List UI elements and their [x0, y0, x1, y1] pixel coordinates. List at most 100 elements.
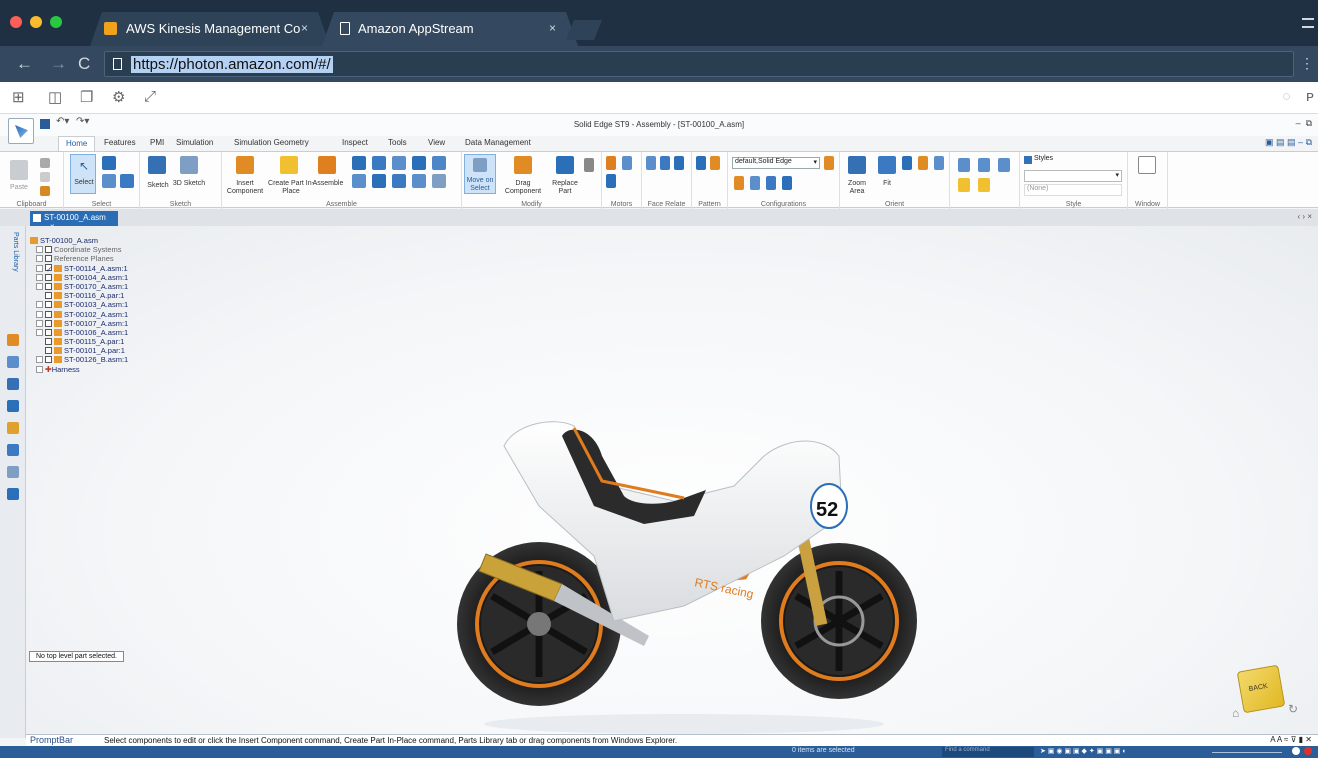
config-small-icon-4[interactable] [782, 176, 792, 190]
create-part-icon[interactable] [280, 156, 298, 174]
modify-small-icon[interactable] [584, 158, 594, 172]
tab-view[interactable]: View [428, 138, 445, 147]
cam-icon[interactable] [412, 174, 426, 188]
drag-component-button[interactable]: Drag Component [498, 180, 548, 196]
window-icon[interactable] [1138, 156, 1156, 174]
zoom-icon[interactable] [902, 156, 912, 170]
view-top-icon[interactable] [998, 158, 1010, 172]
windows-icon[interactable]: ◫ [48, 88, 62, 106]
document-tab[interactable]: ST-00100_A.asm × [30, 211, 118, 231]
motorcycle-model[interactable]: 52 RTS racing [444, 406, 924, 736]
view-iso-icon[interactable] [958, 158, 970, 172]
create-part-button[interactable]: Create Part In-Place [268, 180, 314, 196]
gear-relation-icon[interactable] [432, 174, 446, 188]
parts-library-tab[interactable]: Parts Library [7, 232, 19, 290]
tree-item[interactable]: ST-00103_A.asm:1 [30, 300, 128, 309]
sensors-icon[interactable] [7, 378, 19, 390]
tab-home[interactable]: Home [58, 136, 96, 152]
bell-icon[interactable]: ○ [1282, 88, 1291, 105]
tree-item[interactable]: Coordinate Systems [30, 245, 128, 254]
tab-pmi[interactable]: PMI [150, 138, 164, 147]
tree-item[interactable]: ST-00104_A.asm:1 [30, 273, 128, 282]
back-arrow-icon[interactable]: ← [16, 54, 33, 74]
style-none-select[interactable]: (None) [1024, 184, 1122, 196]
select-button[interactable]: ↖ Select [70, 154, 96, 194]
close-window-dot[interactable] [10, 16, 22, 28]
tree-item[interactable]: Reference Planes [30, 254, 128, 263]
tree-item[interactable]: ST-00106_A.asm:1 [30, 328, 128, 337]
tab-inspect[interactable]: Inspect [342, 138, 368, 147]
close-tab-icon[interactable]: × [549, 21, 556, 35]
zoom-area-icon[interactable] [848, 156, 866, 174]
config-small-icon-3[interactable] [766, 176, 776, 190]
window-controls[interactable]: – ⧉ [1296, 118, 1312, 129]
tab-amazon-appstream[interactable]: Amazon AppStream × [322, 12, 578, 46]
tree-item[interactable]: ST-00101_A.par:1 [30, 346, 128, 355]
select-tool-icon[interactable] [102, 156, 116, 170]
close-tab-icon[interactable]: × [301, 21, 308, 35]
config-small-icon-2[interactable] [750, 176, 760, 190]
url-text[interactable]: https://photon.amazon.com/#/ [131, 56, 333, 73]
tab-features[interactable]: Features [104, 138, 136, 147]
copy-icon[interactable]: ❐ [80, 88, 93, 106]
fit-button[interactable]: Fit [876, 180, 898, 188]
config-icon[interactable] [824, 156, 834, 170]
tab-scroll-icons[interactable]: ‹ › × [1298, 212, 1312, 221]
maximize-window-dot[interactable] [50, 16, 62, 28]
mirror-icon[interactable] [710, 156, 720, 170]
find-command-input[interactable]: Find a command [942, 747, 1034, 757]
face-relate-icon-3[interactable] [674, 156, 684, 170]
replace-part-button[interactable]: Replace Part [548, 180, 582, 196]
insert-icon[interactable] [432, 156, 446, 170]
rotate-icon[interactable] [934, 156, 944, 170]
relationship-icon[interactable] [7, 488, 19, 500]
reload-icon[interactable]: C [78, 54, 90, 74]
mate-icon[interactable] [352, 156, 366, 170]
tree-item[interactable]: ST-00170_A.asm:1 [30, 282, 128, 291]
status-icons[interactable]: ➤ ▣ ◉ ▣ ▣ ◆ ✦ ▣ ▣ ▣ ◐ [1040, 747, 1127, 755]
home-view-icon[interactable]: ⌂ [1232, 706, 1239, 720]
face-relate-icon-2[interactable] [660, 156, 670, 170]
tab-data-management[interactable]: Data Management [465, 138, 531, 147]
copy-icon[interactable] [40, 172, 50, 182]
tangent-icon[interactable] [392, 174, 406, 188]
axial-icon[interactable] [392, 156, 406, 170]
shaded-edges-icon[interactable] [978, 178, 990, 192]
zoom-slider[interactable] [1212, 752, 1282, 753]
tree-item[interactable]: ST-00116_A.par:1 [30, 291, 128, 300]
record-icon[interactable] [1304, 747, 1312, 755]
layers-icon[interactable] [7, 356, 19, 368]
sketch-icon[interactable] [148, 156, 166, 174]
align-icon[interactable] [372, 156, 386, 170]
shaded-icon[interactable] [958, 178, 970, 192]
tree-item[interactable]: ST-00107_A.asm:1 [30, 319, 128, 328]
tree-item[interactable]: ST-00115_A.par:1 [30, 337, 128, 346]
tree-item[interactable]: ✚Harness [30, 365, 128, 374]
zoom-fit-icon[interactable] [1292, 747, 1300, 755]
grid-icon[interactable]: ⊞ [12, 88, 25, 106]
tab-tools[interactable]: Tools [388, 138, 407, 147]
fit-icon[interactable] [878, 156, 896, 174]
tree-item[interactable]: ST-00102_A.asm:1 [30, 310, 128, 319]
user-icon[interactable]: ᴘ [1306, 88, 1314, 105]
groups-icon[interactable] [7, 444, 19, 456]
angle-icon[interactable] [372, 174, 386, 188]
connect-icon[interactable] [352, 174, 366, 188]
pathfinder-icon[interactable] [7, 334, 19, 346]
assemble-icon[interactable] [318, 156, 336, 174]
address-bar[interactable]: https://photon.amazon.com/#/ [104, 51, 1294, 77]
filter-icon[interactable] [102, 174, 116, 188]
new-tab-button[interactable] [566, 20, 602, 40]
assemble-button[interactable]: Assemble [312, 180, 344, 188]
paste-icon[interactable] [10, 160, 28, 180]
cut-icon[interactable] [40, 158, 50, 168]
motor-icon[interactable] [606, 156, 616, 170]
family-icon[interactable] [7, 400, 19, 412]
view-cube[interactable]: BACK [1236, 664, 1286, 714]
planar-icon[interactable] [412, 156, 426, 170]
play-icon[interactable] [606, 174, 616, 188]
minimize-window-dot[interactable] [30, 16, 42, 28]
move-on-select-button[interactable]: Move on Select [464, 154, 496, 194]
replace-icon[interactable] [556, 156, 574, 174]
tree-item[interactable]: ST-00126_B.asm:1 [30, 355, 128, 364]
